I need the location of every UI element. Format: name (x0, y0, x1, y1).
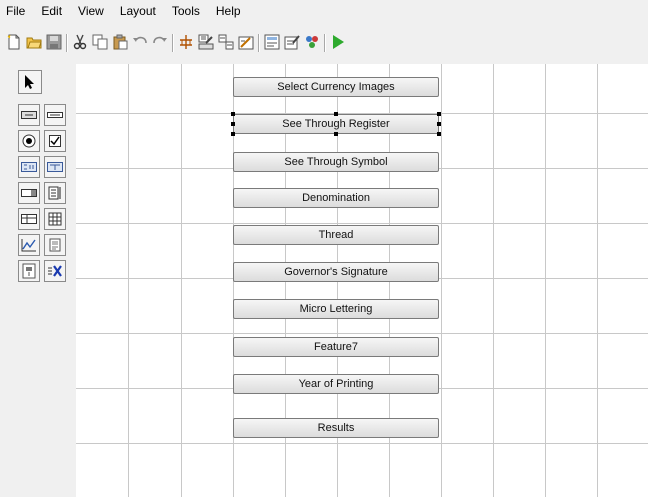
grid-line (493, 64, 494, 497)
grid-line (545, 64, 546, 497)
align-icon[interactable] (198, 34, 214, 50)
grid-line (441, 64, 442, 497)
grid-line (76, 333, 648, 334)
image-icon (49, 238, 61, 252)
selection-handle[interactable] (231, 122, 235, 126)
toolbar-separator (172, 34, 174, 52)
button-tool[interactable] (18, 104, 40, 126)
grid-line (597, 64, 598, 497)
radio-icon (22, 134, 36, 148)
cut-icon[interactable] (72, 34, 88, 50)
menu-layout[interactable]: Layout (112, 0, 164, 22)
chart-tool[interactable] (18, 234, 40, 256)
text-icon (47, 162, 63, 172)
radio-tool[interactable] (18, 130, 40, 152)
slider-icon (22, 263, 36, 279)
results-button[interactable]: Results (233, 418, 439, 438)
micro-lettering-button[interactable]: Micro Lettering (233, 299, 439, 319)
combobox-icon (21, 189, 37, 197)
chart-icon (21, 239, 36, 252)
grid-tool[interactable] (44, 208, 66, 230)
toolbar-separator (66, 34, 68, 52)
properties-icon[interactable] (238, 34, 254, 50)
pointer-icon (25, 75, 34, 89)
governors-signature-button[interactable]: Governor's Signature (233, 262, 439, 282)
formula-tool[interactable] (44, 260, 66, 282)
selection-handle[interactable] (437, 132, 441, 136)
toolbar-separator (258, 34, 260, 52)
label-icon (21, 162, 37, 172)
grid-icon (48, 212, 62, 226)
open-folder-icon[interactable] (26, 34, 42, 50)
menu-help[interactable]: Help (208, 0, 249, 22)
paste-icon[interactable] (112, 34, 128, 50)
copy-icon[interactable] (92, 34, 108, 50)
selection-handle[interactable] (231, 132, 235, 136)
see-through-symbol-button[interactable]: See Through Symbol (233, 152, 439, 172)
label-tool[interactable] (18, 156, 40, 178)
selection-handle[interactable] (334, 112, 338, 116)
selection-handle[interactable] (437, 112, 441, 116)
list-icon (48, 186, 61, 200)
grid-line (181, 64, 182, 497)
tool-palette (0, 64, 76, 497)
grid-line (76, 223, 648, 224)
pointer-tool[interactable] (18, 70, 42, 94)
size-icon[interactable] (218, 34, 234, 50)
redo-icon[interactable] (152, 34, 168, 50)
selection-handle[interactable] (437, 122, 441, 126)
formula-icon (48, 265, 62, 277)
debug-icon[interactable] (304, 34, 320, 50)
select-currency-images-button[interactable]: Select Currency Images (233, 77, 439, 97)
slider-tool[interactable] (18, 260, 40, 282)
menu-bar: File Edit View Layout Tools Help (0, 0, 648, 22)
checkbox-icon (49, 135, 61, 147)
table-icon (21, 214, 37, 224)
button-icon (21, 111, 37, 119)
checkbox-tool[interactable] (44, 130, 66, 152)
grid-line (76, 443, 648, 444)
form-icon[interactable] (264, 34, 280, 50)
menu-tools[interactable]: Tools (164, 0, 208, 22)
textfield-icon (47, 112, 63, 118)
textfield-tool[interactable] (44, 104, 66, 126)
image-tool[interactable] (44, 234, 66, 256)
new-file-icon[interactable] (6, 34, 22, 50)
run-icon[interactable] (330, 34, 346, 50)
undo-icon[interactable] (132, 34, 148, 50)
combobox-tool[interactable] (18, 182, 40, 204)
table-tool[interactable] (18, 208, 40, 230)
menu-file[interactable]: File (0, 0, 33, 22)
save-icon[interactable] (46, 34, 62, 50)
toolbar-separator (324, 34, 326, 52)
selection-handle[interactable] (231, 112, 235, 116)
toolbar (0, 22, 648, 64)
text-tool[interactable] (44, 156, 66, 178)
year-of-printing-button[interactable]: Year of Printing (233, 374, 439, 394)
list-tool[interactable] (44, 182, 66, 204)
selection-handle[interactable] (334, 132, 338, 136)
grid-line (128, 64, 129, 497)
thread-button[interactable]: Thread (233, 225, 439, 245)
see-through-register-button[interactable]: See Through Register (233, 114, 439, 134)
edit-form-icon[interactable] (284, 34, 300, 50)
menu-edit[interactable]: Edit (33, 0, 70, 22)
denomination-button[interactable]: Denomination (233, 188, 439, 208)
grid-snap-icon[interactable] (178, 34, 194, 50)
menu-view[interactable]: View (70, 0, 112, 22)
feature7-button[interactable]: Feature7 (233, 337, 439, 357)
